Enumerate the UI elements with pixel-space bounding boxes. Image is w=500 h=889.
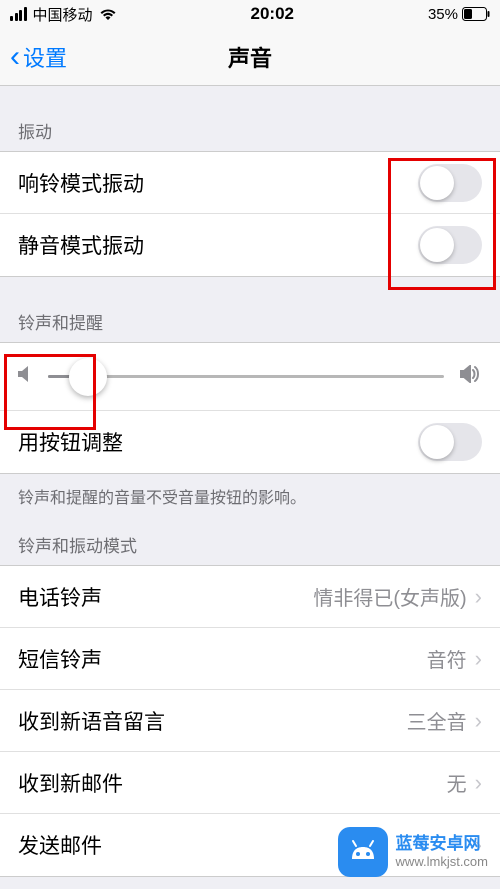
chevron-right-icon: ›: [475, 646, 482, 672]
section-header-vibration: 振动: [0, 86, 500, 151]
new-mail-row[interactable]: 收到新邮件 无 ›: [0, 752, 500, 814]
back-button[interactable]: ‹ 设置: [10, 41, 67, 73]
new-mail-label: 收到新邮件: [18, 768, 123, 798]
back-label: 设置: [23, 41, 67, 73]
silent-vibrate-switch[interactable]: [418, 226, 482, 264]
ring-vibrate-row: 响铃模式振动: [0, 152, 500, 214]
volume-high-icon: [460, 365, 482, 388]
new-mail-value: 无: [447, 768, 467, 797]
chevron-left-icon: ‹: [10, 42, 20, 72]
text-tone-label: 短信铃声: [18, 644, 102, 674]
voicemail-value: 三全音: [407, 706, 467, 735]
chevron-right-icon: ›: [475, 584, 482, 610]
watermark-title: 蓝莓安卓网: [396, 834, 488, 854]
sent-mail-label: 发送邮件: [18, 830, 102, 860]
voicemail-row[interactable]: 收到新语音留言 三全音 ›: [0, 690, 500, 752]
ringer-footer: 铃声和提醒的音量不受音量按钮的影响。: [0, 474, 500, 512]
page-title: 声音: [228, 41, 272, 73]
watermark-icon: [338, 827, 388, 877]
nav-bar: ‹ 设置 声音: [0, 28, 500, 86]
wifi-icon: [99, 7, 117, 21]
volume-slider-row: [0, 343, 500, 411]
chevron-right-icon: ›: [475, 708, 482, 734]
button-adjust-row: 用按钮调整: [0, 411, 500, 473]
signal-icon: [10, 7, 27, 21]
status-bar: 中国移动 20:02 35%: [0, 0, 500, 28]
watermark: 蓝莓安卓网 www.lmkjst.com: [338, 827, 488, 877]
battery-icon: [462, 7, 490, 21]
chevron-right-icon: ›: [475, 770, 482, 796]
ringtone-row[interactable]: 电话铃声 情非得已(女声版) ›: [0, 566, 500, 628]
button-adjust-switch[interactable]: [418, 423, 482, 461]
time-label: 20:02: [251, 4, 294, 24]
ring-vibrate-label: 响铃模式振动: [18, 168, 144, 198]
slider-thumb[interactable]: [69, 358, 107, 396]
silent-vibrate-row: 静音模式振动: [0, 214, 500, 276]
carrier-label: 中国移动: [33, 4, 93, 25]
section-header-ringer: 铃声和提醒: [0, 277, 500, 342]
vibration-group: 响铃模式振动 静音模式振动: [0, 151, 500, 277]
volume-slider[interactable]: [48, 375, 444, 378]
voicemail-label: 收到新语音留言: [18, 706, 165, 736]
section-header-patterns: 铃声和振动模式: [0, 512, 500, 565]
volume-low-icon: [18, 365, 32, 388]
battery-percent: 35%: [428, 6, 458, 23]
ringtone-label: 电话铃声: [18, 582, 102, 612]
silent-vibrate-label: 静音模式振动: [18, 230, 144, 260]
ringtone-value: 情非得已(女声版): [313, 582, 466, 611]
text-tone-value: 音符: [427, 644, 467, 673]
text-tone-row[interactable]: 短信铃声 音符 ›: [0, 628, 500, 690]
watermark-url: www.lmkjst.com: [396, 854, 488, 870]
ringer-group: 用按钮调整: [0, 342, 500, 474]
button-adjust-label: 用按钮调整: [18, 427, 123, 457]
ring-vibrate-switch[interactable]: [418, 164, 482, 202]
